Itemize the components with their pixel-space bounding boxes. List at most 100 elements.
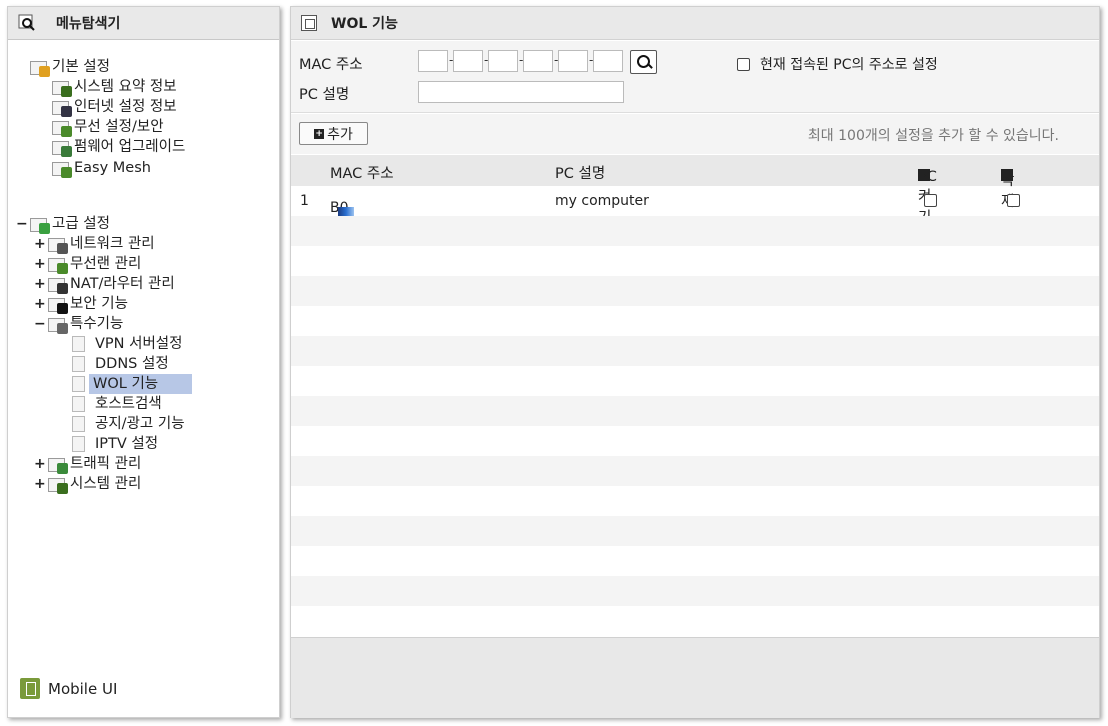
lock-icon: [48, 296, 68, 314]
tree-easy-mesh-label: Easy Mesh: [74, 160, 151, 176]
folder-plus-icon: [30, 216, 50, 234]
tree-network-mgmt[interactable]: + 네트워크 관리: [34, 234, 155, 254]
expand-icon[interactable]: +: [34, 254, 46, 274]
tree-ddns[interactable]: DDNS 설정: [72, 354, 169, 374]
tree-easy-mesh[interactable]: Easy Mesh: [52, 158, 151, 178]
tree-internet-info-label: 인터넷 설정 정보: [74, 99, 177, 115]
tree-advanced-settings[interactable]: − 고급 설정: [16, 214, 110, 234]
chart-icon: [48, 476, 68, 494]
tree-traffic-mgmt-label: 트래픽 관리: [70, 456, 142, 472]
empty-row: [291, 606, 1099, 636]
tree-system-summary[interactable]: 시스템 요약 정보: [52, 77, 177, 97]
empty-row: [291, 456, 1099, 486]
max-entries-hint: 최대 100개의 설정을 추가 할 수 있습니다.: [807, 128, 1059, 144]
current-pc-checkbox[interactable]: [737, 57, 750, 71]
empty-row: [291, 546, 1099, 576]
collapse-icon[interactable]: −: [34, 314, 46, 334]
window-icon: [301, 15, 317, 31]
empty-row: [291, 426, 1099, 456]
tree-wireless-security[interactable]: 무선 설정/보안: [52, 117, 164, 137]
router-icon: [48, 276, 68, 294]
mobile-ui-link[interactable]: Mobile UI: [20, 678, 117, 699]
page-icon: [72, 436, 85, 452]
current-pc-option[interactable]: 현재 접속된 PC의 주소로 설정: [737, 54, 938, 74]
tree-nat-router-label: NAT/라우터 관리: [70, 276, 175, 292]
tree-system-mgmt[interactable]: + 시스템 관리: [34, 474, 141, 494]
tree-host-search[interactable]: 호스트검색: [72, 394, 162, 414]
empty-row: [291, 336, 1099, 366]
mac-field-5[interactable]: [558, 50, 588, 72]
mobile-ui-label: Mobile UI: [48, 679, 118, 698]
row-desc: my computer: [555, 193, 649, 209]
add-button-label: 추가: [327, 126, 353, 143]
row-delete-checkbox[interactable]: [1007, 194, 1020, 207]
grid-icon: [48, 316, 68, 334]
page-icon: [72, 416, 85, 432]
tree-security-label: 보안 기능: [70, 296, 128, 312]
expand-icon[interactable]: +: [34, 474, 46, 494]
tree-nat-router[interactable]: + NAT/라우터 관리: [34, 274, 175, 294]
tree-iptv[interactable]: IPTV 설정: [72, 434, 158, 454]
add-button[interactable]: + 추가: [299, 122, 368, 145]
col-mac-header: MAC 주소: [330, 166, 394, 182]
tree-system-mgmt-label: 시스템 관리: [70, 476, 142, 492]
empty-row: [291, 576, 1099, 606]
tree-special[interactable]: − 특수기능: [34, 314, 123, 334]
table-header: MAC 주소 PC 설명 PC 켜기 삭제: [291, 155, 1099, 226]
upgrade-icon: [52, 139, 72, 157]
current-pc-label: 현재 접속된 PC의 주소로 설정: [760, 57, 938, 73]
menu-explorer-panel: 메뉴탐색기 기본 설정 시스템 요약 정보 인터넷 설정 정보 무선 설정/보안…: [7, 6, 280, 718]
tree-special-label: 특수기능: [70, 316, 124, 332]
tree-firmware-upgrade[interactable]: 펌웨어 업그레이드: [52, 137, 185, 157]
mac-field-2[interactable]: [453, 50, 483, 72]
tree-security[interactable]: + 보안 기능: [34, 294, 128, 314]
wol-table-body: 1 B0-47- my computer: [291, 186, 1099, 636]
plus-icon: +: [314, 128, 325, 139]
tree-advanced-settings-label: 고급 설정: [52, 216, 110, 232]
empty-row: [291, 396, 1099, 426]
tree-network-mgmt-label: 네트워크 관리: [70, 236, 155, 252]
page-icon: [72, 376, 85, 392]
mac-field-1[interactable]: [418, 50, 448, 72]
mesh-icon: [52, 160, 72, 178]
mac-field-3[interactable]: [488, 50, 518, 72]
mac-search-button[interactable]: [630, 50, 657, 74]
tree-vpn-server[interactable]: VPN 서버설정: [72, 334, 182, 354]
tree-internet-info[interactable]: 인터넷 설정 정보: [52, 97, 177, 117]
page-icon: [72, 396, 85, 412]
tree-wlan-mgmt[interactable]: + 무선랜 관리: [34, 254, 141, 274]
expand-icon[interactable]: +: [34, 294, 46, 314]
empty-row: [291, 276, 1099, 306]
tree-traffic-mgmt[interactable]: + 트래픽 관리: [34, 454, 141, 474]
tree-wol[interactable]: WOL 기능: [72, 374, 192, 394]
tree-wlan-mgmt-label: 무선랜 관리: [70, 256, 142, 272]
wol-form: MAC 주소 - - - - - 현재 접속된 PC의 주소로 설정 PC 설명: [291, 41, 1099, 113]
page-icon: [72, 336, 85, 352]
empty-row: [291, 246, 1099, 276]
tree-basic-settings[interactable]: 기본 설정: [30, 57, 110, 77]
empty-row: [291, 306, 1099, 336]
traffic-chart-icon: [48, 456, 68, 474]
tree-notice-ad-label: 공지/광고 기능: [95, 416, 185, 432]
tree-wireless-security-label: 무선 설정/보안: [74, 119, 164, 135]
empty-row: [291, 516, 1099, 546]
row-power-checkbox[interactable]: [924, 194, 937, 207]
tree-system-summary-label: 시스템 요약 정보: [74, 79, 177, 95]
wifi-icon: [48, 256, 68, 274]
folder-settings-icon: [30, 59, 50, 77]
expand-icon[interactable]: +: [34, 234, 46, 254]
expand-icon[interactable]: +: [34, 454, 46, 474]
tree-wol-label: WOL 기능: [89, 374, 192, 394]
page-icon: [72, 356, 85, 372]
collapse-icon[interactable]: −: [16, 214, 28, 234]
chart-icon: [52, 79, 72, 97]
mac-label: MAC 주소: [299, 57, 363, 73]
expand-icon[interactable]: +: [34, 274, 46, 294]
tree-iptv-label: IPTV 설정: [95, 436, 159, 452]
mac-field-4[interactable]: [523, 50, 553, 72]
pc-description-input[interactable]: [418, 81, 624, 103]
tree-host-search-label: 호스트검색: [95, 396, 162, 412]
menu-explorer-title: 메뉴탐색기: [56, 16, 121, 32]
mac-field-6[interactable]: [593, 50, 623, 72]
tree-notice-ad[interactable]: 공지/광고 기능: [72, 414, 185, 434]
